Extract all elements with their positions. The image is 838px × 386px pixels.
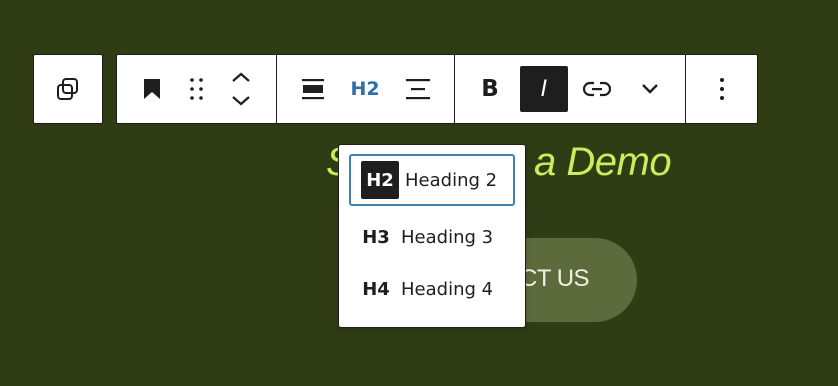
heading-level-label: H2 — [350, 78, 380, 100]
align-button[interactable] — [290, 55, 336, 123]
heading-option-level: H3 — [362, 226, 390, 248]
link-button[interactable] — [574, 55, 620, 123]
vertical-ellipsis-icon — [719, 77, 725, 101]
text-align-button[interactable] — [395, 55, 441, 123]
bold-button[interactable]: B — [467, 55, 513, 123]
chevron-down-icon — [641, 83, 659, 95]
align-wide-icon — [301, 77, 325, 101]
toolbar-divider — [454, 54, 455, 124]
block-controls-group: H2 B I — [116, 54, 758, 124]
italic-button[interactable]: I — [520, 66, 568, 112]
options-button[interactable] — [699, 55, 745, 123]
more-formatting-button[interactable] — [627, 55, 673, 123]
heading-option-h3[interactable]: H3 Heading 3 — [349, 211, 515, 263]
move-up-down-button[interactable] — [218, 55, 264, 123]
contact-button-label: CT US — [520, 265, 590, 292]
heading-level-button[interactable]: H2 — [342, 55, 388, 123]
transform-block-button[interactable] — [45, 55, 91, 123]
italic-label: I — [540, 76, 548, 102]
heading-option-label: Heading 3 — [401, 226, 494, 248]
heading-option-h2[interactable]: H2 Heading 2 — [349, 154, 515, 206]
toolbar-divider — [685, 54, 686, 124]
drag-handle-icon — [189, 77, 205, 101]
heading-text-end: a Demo — [534, 140, 672, 184]
heading-level-dropdown: H2 Heading 2 H3 Heading 3 H4 Heading 4 — [338, 144, 526, 328]
link-icon — [583, 80, 611, 98]
bookmark-button[interactable] — [129, 55, 175, 123]
drag-handle-button[interactable] — [174, 55, 220, 123]
bookmark-icon — [142, 78, 162, 100]
heading-option-label: Heading 4 — [401, 278, 494, 300]
heading-option-h4[interactable]: H4 Heading 4 — [349, 263, 515, 315]
chevron-up-down-icon — [230, 71, 252, 107]
text-align-icon — [405, 77, 431, 101]
block-transform-group — [33, 54, 103, 124]
duplicate-squares-icon — [55, 76, 81, 102]
heading-option-label: Heading 2 — [405, 169, 498, 191]
heading-option-level: H2 — [361, 161, 399, 199]
bold-label: B — [481, 76, 499, 102]
toolbar-divider — [276, 54, 277, 124]
heading-option-level: H4 — [362, 278, 390, 300]
